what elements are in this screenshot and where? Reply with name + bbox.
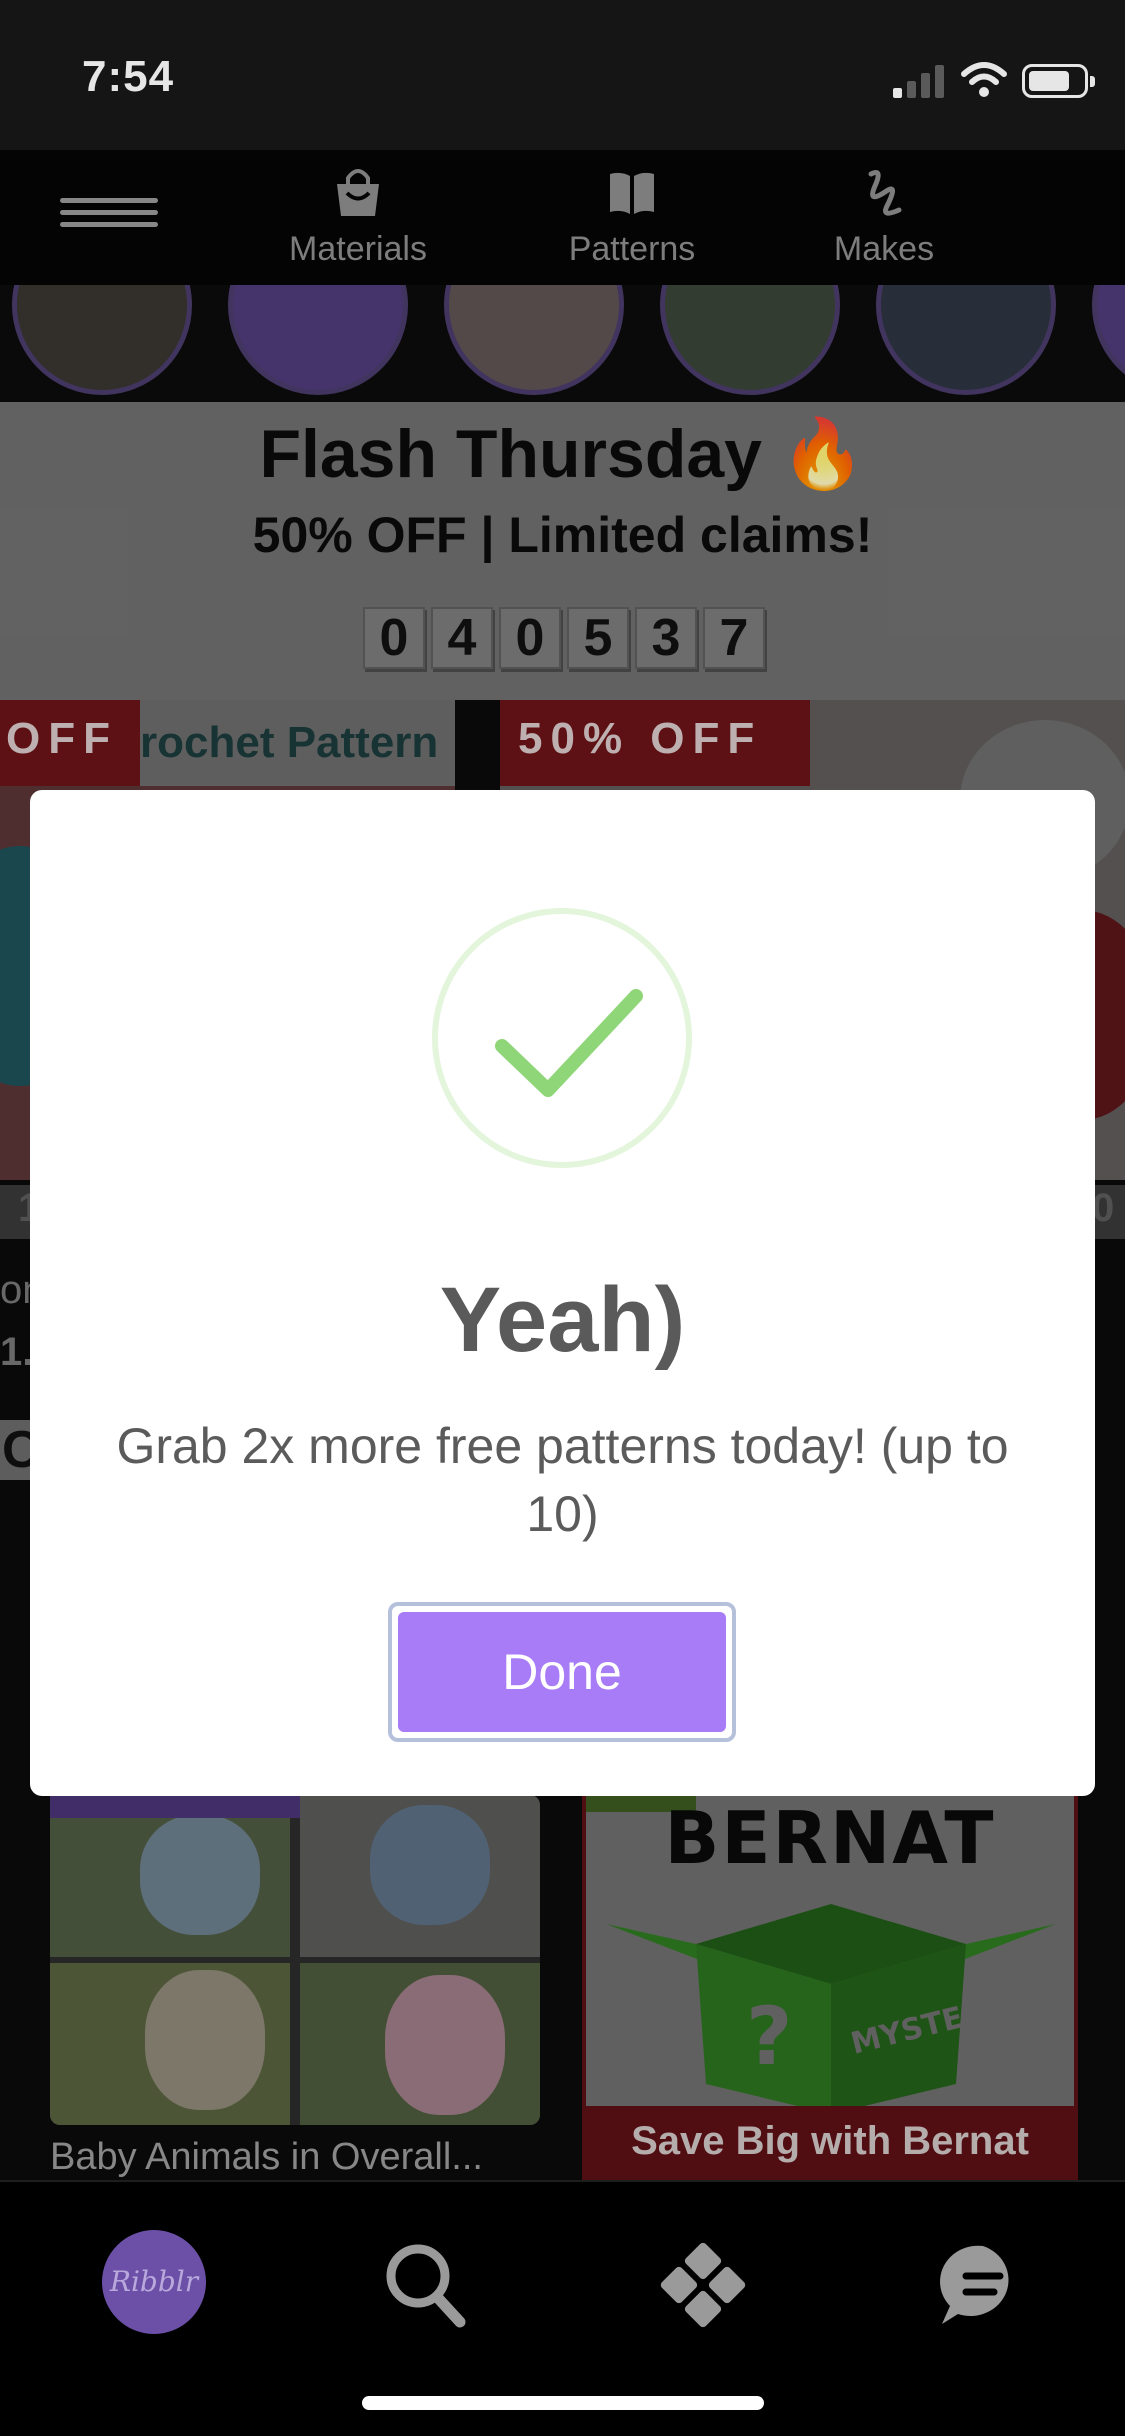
status-bar: 7:54 (0, 0, 1125, 150)
battery-icon (1022, 64, 1095, 98)
tab-explore[interactable] (648, 2230, 758, 2340)
done-button-label: Done (398, 1612, 726, 1732)
tab-messages[interactable] (928, 2230, 1038, 2340)
diamond-grid-icon (660, 2242, 746, 2328)
tab-search[interactable] (370, 2230, 480, 2340)
home-indicator[interactable] (362, 2396, 764, 2410)
search-icon (386, 2244, 466, 2328)
wifi-icon (961, 62, 1007, 97)
chat-bubble-icon (940, 2245, 1009, 2324)
dialog-title: Yeah) (439, 1269, 686, 1371)
success-dialog: Yeah) Grab 2x more free patterns today! … (30, 790, 1095, 1796)
done-button[interactable]: Done (388, 1602, 736, 1742)
status-time: 7:54 (82, 52, 175, 101)
success-ring (432, 908, 692, 1168)
checkmark-icon (495, 989, 643, 1097)
tab-home[interactable]: Ribblr (102, 2230, 212, 2340)
cellular-signal-icon (893, 64, 945, 98)
dialog-message: Grab 2x more free patterns today! (up to… (116, 1418, 1009, 1542)
ribblr-logo: Ribblr (102, 2230, 206, 2334)
